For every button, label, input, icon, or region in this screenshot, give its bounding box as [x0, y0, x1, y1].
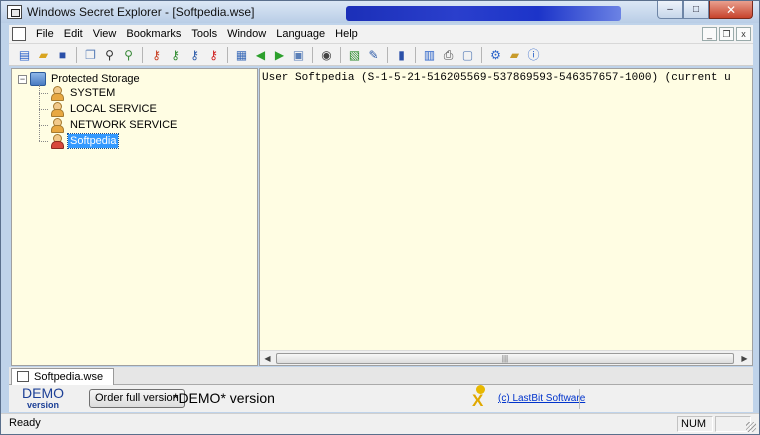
open-icon[interactable]: ▰ [34, 46, 53, 64]
menu-help[interactable]: Help [330, 27, 363, 42]
close-button[interactable]: ✕ [709, 1, 753, 19]
num-lock-indicator: NUM [677, 416, 713, 432]
book-icon[interactable]: ▮ [392, 46, 411, 64]
key-icon[interactable]: ⚷ [147, 46, 166, 64]
tree-item-label: SYSTEM [70, 87, 116, 99]
document-tab-strip: Softpedia.wse [9, 367, 753, 386]
search-icon[interactable]: ⚲ [100, 46, 119, 64]
tree-root-protected-storage[interactable]: − Protected Storage [18, 72, 142, 86]
document-icon [17, 371, 29, 382]
storage-icon [30, 72, 46, 86]
title-redaction-bar [346, 6, 621, 21]
toolbar-separator [227, 46, 228, 63]
save-icon[interactable]: ■ [53, 46, 72, 64]
document-icon[interactable] [12, 27, 26, 41]
tree-root-label: Protected Storage [51, 73, 140, 85]
preview-icon[interactable]: ▢ [458, 46, 477, 64]
tree-item-local-service[interactable]: LOCAL SERVICE [39, 102, 159, 117]
menu-bar: File Edit View Bookmarks Tools Window La… [9, 25, 753, 44]
user-icon [49, 118, 65, 133]
app-window: Windows Secret Explorer - [Softpedia.wse… [0, 0, 760, 435]
resize-grip[interactable] [746, 422, 756, 432]
menu-file[interactable]: File [31, 27, 59, 42]
mdi-caption-buttons: _ ❐ x [702, 27, 751, 41]
tab-softpedia-wse[interactable]: Softpedia.wse [11, 368, 115, 386]
tab-label: Softpedia.wse [34, 371, 104, 383]
status-bar: Ready NUM [1, 413, 759, 434]
toolbar-separator [142, 46, 143, 63]
back-icon[interactable]: ◀ [251, 46, 270, 64]
minimize-button[interactable]: – [657, 1, 683, 19]
scroll-right-icon[interactable]: ▶ [737, 351, 752, 365]
globe-icon[interactable]: ◉ [317, 46, 336, 64]
mdi-restore-button[interactable]: ❐ [719, 27, 734, 41]
order-full-version-button[interactable]: Order full version [89, 389, 185, 408]
tree-item-label-selected: Softpedia [66, 133, 120, 149]
app-icon[interactable] [7, 5, 22, 19]
user-icon [49, 86, 65, 101]
menu-tools[interactable]: Tools [186, 27, 222, 42]
demo-notice: *DEMO* version [173, 390, 275, 406]
user-current-icon [49, 134, 65, 149]
mdi-minimize-button[interactable]: _ [702, 27, 717, 41]
user-info-line: User Softpedia (S-1-5-21-516205569-53786… [262, 72, 731, 84]
demo-logo-title: DEMO [22, 385, 64, 401]
menu-view[interactable]: View [88, 27, 122, 42]
lastbit-logo-icon [469, 385, 493, 411]
toolbar-separator [415, 46, 416, 63]
collapse-icon[interactable]: − [18, 74, 27, 84]
export-icon[interactable]: ▦ [232, 46, 251, 64]
forward-icon[interactable]: ▶ [270, 46, 289, 64]
menu-list: File Edit View Bookmarks Tools Window La… [31, 27, 363, 42]
folder-icon[interactable]: ▰ [505, 46, 524, 64]
tree-item-label: LOCAL SERVICE [70, 103, 157, 115]
menu-bookmarks[interactable]: Bookmarks [121, 27, 186, 42]
title-bar[interactable]: Windows Secret Explorer - [Softpedia.wse… [1, 1, 759, 23]
print-icon[interactable]: ⎙ [439, 46, 458, 64]
toolbar-separator [387, 46, 388, 63]
user-icon [49, 102, 65, 117]
status-text: Ready [9, 417, 41, 429]
menu-edit[interactable]: Edit [59, 27, 88, 42]
key-delete-icon[interactable]: ⚷ [204, 46, 223, 64]
menu-window[interactable]: Window [222, 27, 271, 42]
refresh-icon[interactable]: ▣ [289, 46, 308, 64]
scroll-thumb[interactable]: ||| [276, 353, 734, 364]
demo-bar: DEMO version Order full version *DEMO* v… [9, 385, 753, 412]
edit-icon[interactable]: ✎ [364, 46, 383, 64]
settings-icon[interactable]: ⚙ [486, 46, 505, 64]
caption-buttons: – □ ✕ [657, 1, 753, 19]
mdi-close-button[interactable]: x [736, 27, 751, 41]
key-edit-icon[interactable]: ⚷ [185, 46, 204, 64]
toolbar-separator [312, 46, 313, 63]
tree-item-network-service[interactable]: NETWORK SERVICE [39, 118, 179, 133]
tree-item-softpedia[interactable]: Softpedia [39, 133, 120, 149]
details-pane[interactable]: User Softpedia (S-1-5-21-516205569-53786… [259, 68, 753, 366]
copy-icon[interactable]: ❐ [81, 46, 100, 64]
storage-tree[interactable]: − Protected Storage SYSTEM LOCAL SERVICE… [11, 68, 258, 366]
toolbar: ▤ ▰ ■ ❐ ⚲ ⚲ ⚷ ⚷ ⚷ ⚷ ▦ ◀ ▶ ▣ ◉ ▧ ✎ ▮ ▥ ⎙ … [9, 44, 753, 66]
vendor-link[interactable]: (c) LastBit Software [498, 393, 585, 404]
search-next-icon[interactable]: ⚲ [119, 46, 138, 64]
columns-icon[interactable]: ▥ [420, 46, 439, 64]
toolbar-separator [340, 46, 341, 63]
tree-item-system[interactable]: SYSTEM [39, 86, 117, 101]
new-icon[interactable]: ▤ [15, 46, 34, 64]
key-add-icon[interactable]: ⚷ [166, 46, 185, 64]
scroll-left-icon[interactable]: ◀ [260, 351, 275, 365]
maximize-button[interactable]: □ [683, 1, 709, 19]
tree-item-label: NETWORK SERVICE [70, 119, 178, 131]
window-title: Windows Secret Explorer - [Softpedia.wse… [27, 5, 255, 19]
demo-logo-subtitle: version [26, 400, 59, 410]
decrypt-icon[interactable]: ▧ [345, 46, 364, 64]
info-icon[interactable]: ⓘ [524, 46, 543, 64]
divider [579, 389, 580, 409]
toolbar-separator [76, 46, 77, 63]
menu-language[interactable]: Language [271, 27, 330, 42]
toolbar-separator [481, 46, 482, 63]
demo-logo: DEMO version [13, 386, 73, 412]
horizontal-scrollbar[interactable]: ◀ ||| ▶ [260, 350, 752, 365]
